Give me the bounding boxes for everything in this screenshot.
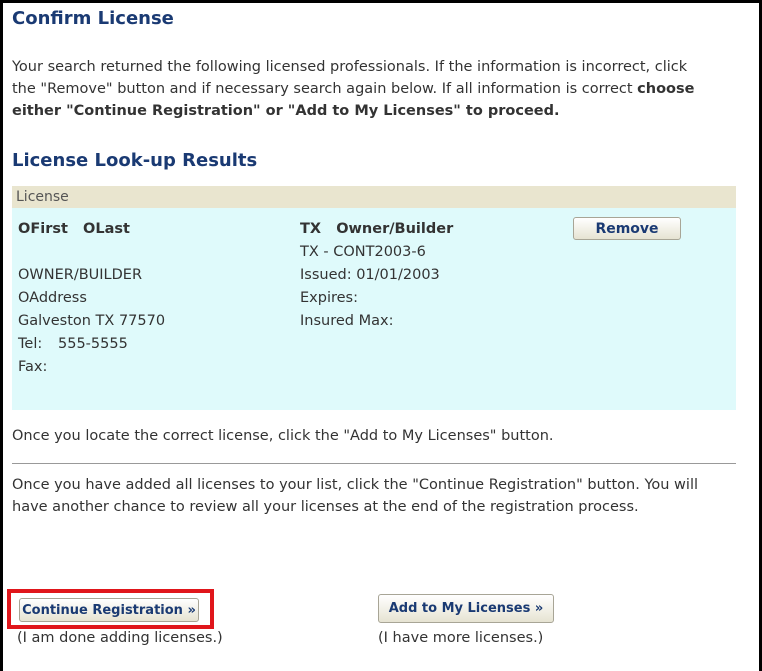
license-details-column: TX Owner/Builder TX - CONT2003-6 Issued:… [300,218,453,333]
continue-registration-button[interactable]: Continue Registration » [19,598,199,622]
licensee-name: OFirst OLast [18,221,130,237]
license-table-header: License [12,186,736,208]
intro-text-regular: Your search returned the following licen… [12,59,688,97]
license-record: OFirst OLast OWNER/BUILDER OAddress Galv… [12,208,736,410]
licensee-city-state-zip: Galveston TX 77570 [18,313,166,329]
license-issued: Issued: 01/01/2003 [300,267,440,283]
added-instruction: Once you have added all licenses to your… [12,477,698,515]
divider [12,463,736,464]
add-to-my-licenses-button[interactable]: Add to My Licenses » [378,594,554,623]
license-type: TX Owner/Builder [300,221,454,237]
license-insured-max: Insured Max: [300,313,394,329]
licensee-category: OWNER/BUILDER [18,267,143,283]
tel-value: 555-5555 [58,336,128,352]
licensee-address: OAddress [18,290,87,306]
continue-highlight: Continue Registration » [7,589,214,629]
licensee-tel: Tel: 555-5555 [18,333,165,356]
tel-label: Tel: [18,336,43,352]
license-number: TX - CONT2003-6 [300,244,426,260]
results-title: License Look-up Results [12,150,258,171]
locate-instruction: Once you locate the correct license, cli… [12,428,554,444]
page-title: Confirm License [12,8,174,29]
license-contact-column: OFirst OLast OWNER/BUILDER OAddress Galv… [18,218,165,379]
licensee-fax: Fax: [18,359,48,375]
add-hint: (I have more licenses.) [378,630,544,646]
intro-text: Your search returned the following licen… [12,56,712,122]
license-expires: Expires: [300,290,358,306]
remove-button[interactable]: Remove [573,217,681,240]
continue-hint: (I am done adding licenses.) [17,630,223,646]
